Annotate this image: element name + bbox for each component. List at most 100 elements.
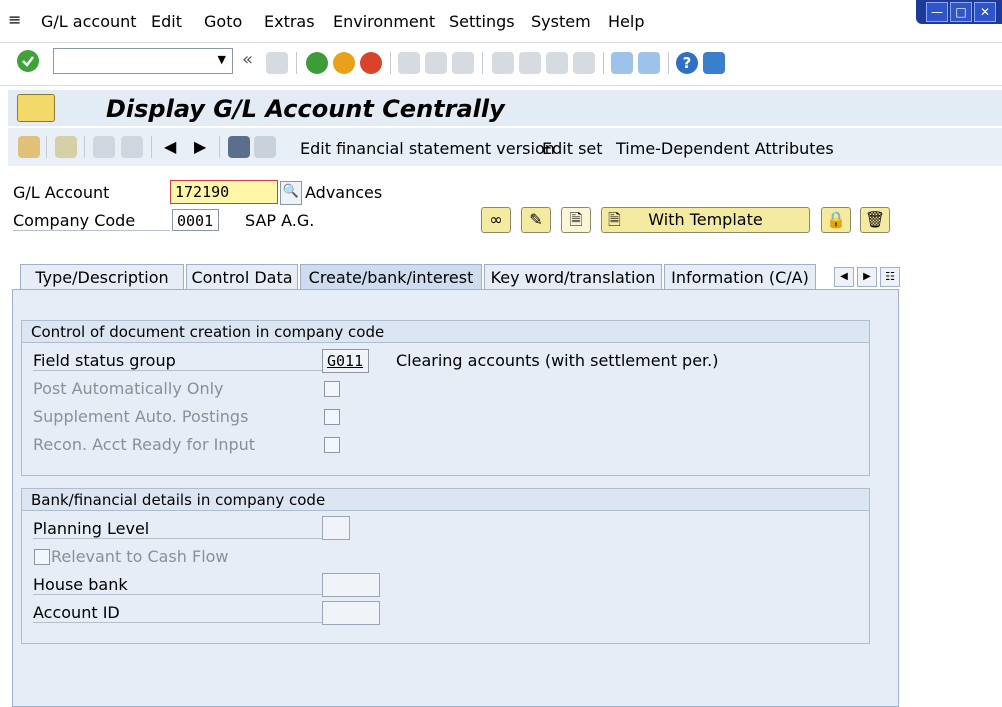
next-icon[interactable]: ▶	[194, 137, 206, 156]
last-page-icon[interactable]	[573, 52, 595, 74]
post-auto-label: Post Automatically Only	[33, 379, 224, 398]
chevron-down-icon[interactable]: ▼	[218, 53, 226, 66]
field-status-group-field[interactable]: G011	[322, 349, 369, 373]
separator	[482, 52, 483, 74]
menu-edit[interactable]: Edit	[151, 12, 182, 31]
glasses-icon: ∞	[489, 210, 503, 229]
cancel-icon[interactable]	[360, 52, 382, 74]
cash-flow-checkbox[interactable]	[34, 549, 50, 565]
account-id-field[interactable]	[322, 601, 380, 625]
enter-check-icon[interactable]	[17, 50, 39, 72]
house-bank-label: House bank	[33, 575, 323, 595]
switch-mode-icon[interactable]	[55, 136, 77, 158]
page-title: Display G/L Account Centrally	[106, 95, 505, 123]
menu-tree-icon[interactable]	[17, 94, 55, 122]
group-title: Control of document creation in company …	[22, 321, 869, 343]
menu-goto[interactable]: Goto	[204, 12, 242, 31]
tab-type-description[interactable]: Type/Description	[20, 264, 184, 290]
shortcut-icon[interactable]	[638, 52, 660, 74]
find-icon[interactable]	[425, 52, 447, 74]
layout-menu-icon[interactable]	[703, 52, 725, 74]
field-status-group-label: Field status group	[33, 351, 323, 371]
first-page-icon[interactable]	[492, 52, 514, 74]
redo-icon[interactable]	[121, 136, 143, 158]
new-session-icon[interactable]	[611, 52, 633, 74]
separator	[603, 52, 604, 74]
document-icon: 🗎	[569, 210, 583, 229]
tab-information-ca[interactable]: Information (C/A)	[664, 264, 816, 290]
menu-environment[interactable]: Environment	[333, 12, 435, 31]
display-change-icon[interactable]	[228, 136, 250, 158]
tab-create-bank-interest[interactable]: Create/bank/interest	[300, 264, 482, 290]
tab-list-icon[interactable]: ☷	[880, 267, 900, 287]
post-auto-checkbox[interactable]	[324, 381, 340, 397]
delete-button[interactable]: 🗑	[860, 207, 890, 233]
edit-fs-version-link[interactable]: Edit financial statement version	[300, 139, 555, 158]
supplement-checkbox[interactable]	[324, 409, 340, 425]
separator	[668, 52, 669, 74]
company-code-field[interactable]: 0001	[172, 209, 219, 231]
tab-scroll-right-icon[interactable]: ▶	[857, 267, 877, 287]
separator	[219, 136, 220, 158]
menu-help[interactable]: Help	[608, 12, 644, 31]
collapse-icon[interactable]: «	[242, 49, 253, 70]
menu-gl-account[interactable]: G/L account	[41, 12, 137, 31]
company-code-label: Company Code	[13, 211, 170, 231]
document-creation-group: Control of document creation in company …	[21, 320, 870, 476]
help-icon[interactable]: ?	[676, 52, 698, 74]
recon-label: Recon. Acct Ready for Input	[33, 435, 256, 454]
document-icon: 🗎	[608, 210, 621, 229]
cash-flow-label: Relevant to Cash Flow	[51, 547, 229, 566]
display-button[interactable]: ∞	[481, 207, 511, 233]
bank-details-group: Bank/financial details in company code P…	[21, 488, 870, 644]
create-button[interactable]: 🗎	[561, 207, 591, 233]
separator	[390, 52, 391, 74]
group-title: Bank/financial details in company code	[22, 489, 869, 511]
gl-account-label: G/L Account	[13, 183, 110, 202]
maximize-icon[interactable]: □	[950, 2, 972, 22]
edit-set-link[interactable]: Edit set	[542, 139, 603, 158]
close-icon[interactable]: ✕	[974, 2, 996, 22]
next-page-icon[interactable]	[546, 52, 568, 74]
planning-level-field[interactable]	[322, 516, 350, 540]
recon-checkbox[interactable]	[324, 437, 340, 453]
separator	[46, 136, 47, 158]
gl-account-field[interactable]: 172190	[170, 180, 278, 204]
undo-icon[interactable]	[93, 136, 115, 158]
menu-settings[interactable]: Settings	[449, 12, 515, 31]
separator	[296, 52, 297, 74]
trash-icon: 🗑	[864, 210, 886, 229]
with-template-label: With Template	[648, 210, 763, 229]
other-object-icon[interactable]	[18, 136, 40, 158]
edit-button[interactable]: ✎	[521, 207, 551, 233]
time-dependent-attributes-link[interactable]: Time-Dependent Attributes	[616, 139, 834, 158]
separator	[84, 136, 85, 158]
print-icon[interactable]	[398, 52, 420, 74]
block-button[interactable]: 🔒	[821, 207, 851, 233]
standard-toolbar: ▼ « ?	[0, 43, 1002, 86]
tab-scroll-left-icon[interactable]: ◀	[834, 267, 854, 287]
minimize-icon[interactable]: —	[926, 2, 948, 22]
with-template-button[interactable]: 🗎 With Template	[601, 207, 810, 233]
search-help-icon[interactable]: 🔍	[280, 181, 302, 205]
gl-account-description: Advances	[305, 183, 383, 202]
planning-level-label: Planning Level	[33, 519, 323, 539]
tab-key-word-translation[interactable]: Key word/translation	[484, 264, 662, 290]
menu-bar: ≡ G/L account Edit Goto Extras Environme…	[0, 0, 1002, 43]
company-code-description: SAP A.G.	[245, 211, 315, 230]
menu-icon[interactable]: ≡	[8, 10, 21, 29]
menu-extras[interactable]: Extras	[264, 12, 315, 31]
exit-icon[interactable]	[333, 52, 355, 74]
menu-system[interactable]: System	[531, 12, 591, 31]
pencil-icon: ✎	[529, 210, 543, 229]
find-next-icon[interactable]	[452, 52, 474, 74]
house-bank-field[interactable]	[322, 573, 380, 597]
back-icon[interactable]	[306, 52, 328, 74]
save-icon[interactable]	[266, 52, 288, 74]
tab-control-data[interactable]: Control Data	[186, 264, 298, 290]
previous-icon[interactable]: ◀	[164, 137, 176, 156]
separator	[151, 136, 152, 158]
documents-icon[interactable]	[254, 136, 276, 158]
command-field[interactable]: ▼	[53, 48, 233, 74]
previous-page-icon[interactable]	[519, 52, 541, 74]
